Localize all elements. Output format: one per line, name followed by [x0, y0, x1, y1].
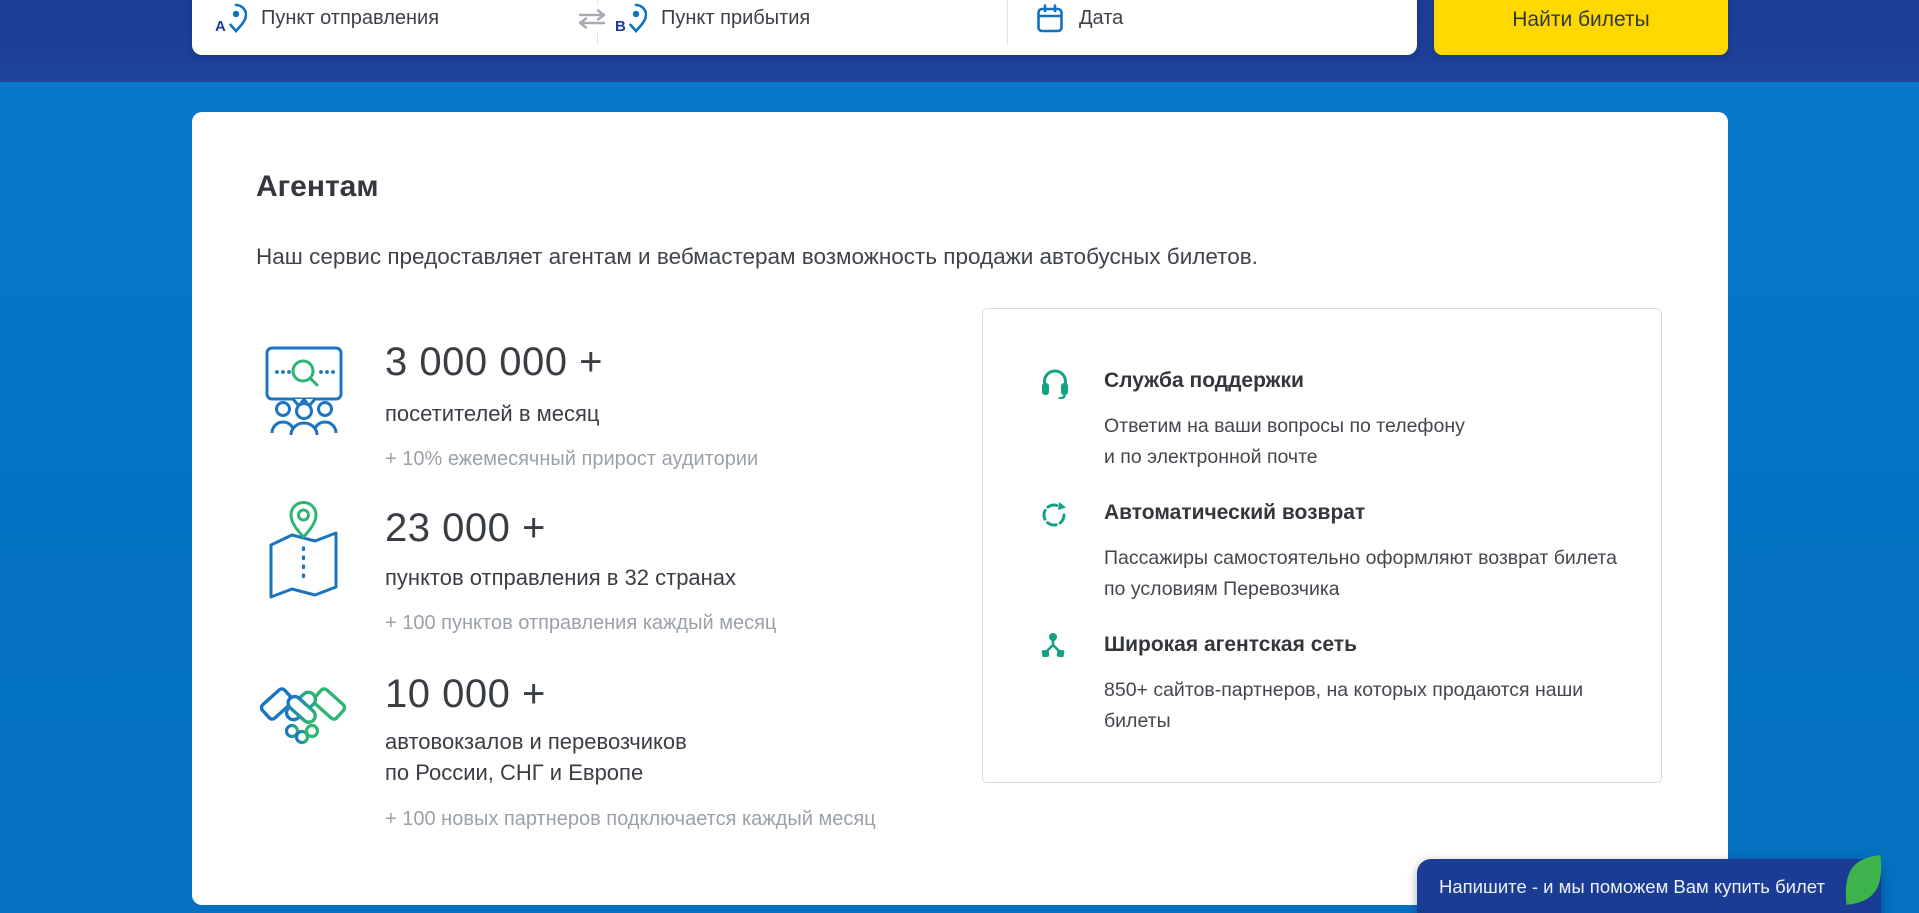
feature-network-line2: билеты — [1104, 710, 1171, 732]
date-placeholder: Дата — [1079, 7, 1123, 30]
feature-support-line1: Ответим на ваши вопросы по телефону — [1104, 415, 1465, 437]
stat-departures-label: пунктов отправления в 32 странах — [385, 562, 736, 593]
calendar-icon — [1035, 3, 1065, 35]
departure-placeholder: Пункт отправления — [261, 7, 439, 30]
feature-refund-line1: Пассажиры самостоятельно оформляют возвр… — [1104, 547, 1617, 569]
arrival-field[interactable]: B Пункт прибытия — [597, 0, 1007, 55]
ticket-search-bar: A Пункт отправления B Пункт прибытия — [192, 0, 1417, 55]
chat-message: Напишите - и мы поможем Вам купить билет — [1439, 876, 1825, 898]
map-departures-icon — [263, 500, 345, 607]
stat-partners-label: автовокзалов и перевозчиков по России, С… — [385, 726, 687, 788]
feature-support: Служба поддержки Ответим на ваши вопросы… — [1104, 369, 1624, 473]
stat-departures-note: + 100 пунктов отправления каждый месяц — [385, 612, 776, 635]
feature-refund-line2: по условиям Перевозчика — [1104, 578, 1340, 600]
headset-icon — [1040, 367, 1070, 404]
features-panel: Служба поддержки Ответим на ваши вопросы… — [982, 308, 1662, 783]
arrival-pin-icon: B — [615, 2, 647, 36]
feature-network: Широкая агентская сеть 850+ сайтов-партн… — [1104, 633, 1624, 737]
agents-card: Агентам Наш сервис предоставляет агентам… — [192, 112, 1728, 905]
find-tickets-button[interactable]: Найти билеты — [1434, 0, 1728, 55]
feature-support-line2: и по электронной почте — [1104, 446, 1318, 468]
stat-visitors-note: + 10% ежемесячный прирост аудитории — [385, 448, 758, 471]
arrival-placeholder: Пункт прибытия — [661, 7, 810, 30]
stat-departures-value: 23 000 + — [385, 506, 546, 551]
feature-support-text: Ответим на ваши вопросы по телефону и по… — [1104, 411, 1624, 473]
field-divider — [1007, 0, 1008, 45]
departure-field[interactable]: A Пункт отправления — [192, 0, 597, 55]
stat-visitors-value: 3 000 000 + — [385, 340, 603, 385]
departure-letter: A — [215, 18, 226, 35]
stat-partners-note: + 100 новых партнеров подключается кажды… — [385, 808, 876, 831]
page-title: Агентам — [256, 170, 379, 204]
intro-text: Наш сервис предоставляет агентам и вебма… — [256, 244, 1258, 270]
feature-refund: Автоматический возврат Пассажиры самосто… — [1104, 501, 1624, 605]
page: A Пункт отправления B Пункт прибытия — [0, 0, 1919, 913]
handshake-icon — [256, 673, 350, 760]
chat-widget[interactable]: Напишите - и мы поможем Вам купить билет — [1417, 859, 1881, 913]
feature-network-text: 850+ сайтов-партнеров, на которых продаю… — [1104, 675, 1624, 737]
feature-network-line1: 850+ сайтов-партнеров, на которых продаю… — [1104, 679, 1583, 701]
feature-refund-text: Пассажиры самостоятельно оформляют возвр… — [1104, 543, 1624, 605]
visitors-icon — [263, 345, 345, 440]
find-tickets-label: Найти билеты — [1512, 8, 1649, 32]
date-field[interactable]: Дата — [1007, 0, 1417, 55]
stat-partners-label-line2: по России, СНГ и Европе — [385, 757, 687, 788]
feature-support-title: Служба поддержки — [1104, 369, 1624, 393]
stat-partners-value: 10 000 + — [385, 672, 546, 717]
leaf-icon — [1841, 854, 1885, 911]
arrival-letter: B — [615, 18, 626, 35]
swap-arrows-icon — [576, 9, 608, 29]
swap-directions-button[interactable] — [573, 6, 611, 32]
stat-visitors-label: посетителей в месяц — [385, 398, 600, 429]
departure-pin-icon: A — [215, 2, 247, 36]
feature-network-title: Широкая агентская сеть — [1104, 633, 1624, 657]
stat-partners-label-line1: автовокзалов и перевозчиков — [385, 726, 687, 757]
agent-network-icon — [1040, 632, 1066, 665]
auto-refund-icon — [1040, 501, 1068, 534]
feature-refund-title: Автоматический возврат — [1104, 501, 1624, 525]
